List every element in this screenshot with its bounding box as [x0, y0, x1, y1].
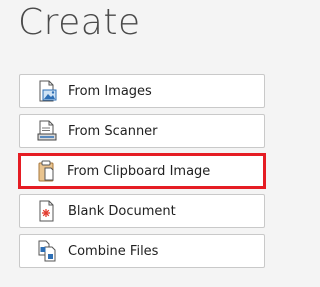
- blank-document-icon: [36, 199, 58, 223]
- clipboard-icon: [35, 159, 57, 183]
- from-images-label: From Images: [68, 83, 152, 99]
- combine-files-label: Combine Files: [68, 243, 159, 259]
- combine-files-icon: [36, 239, 58, 263]
- combine-files-button[interactable]: Combine Files: [19, 234, 265, 268]
- image-file-icon: [36, 79, 58, 103]
- scanner-icon: [36, 119, 58, 143]
- from-scanner-label: From Scanner: [68, 123, 158, 139]
- blank-document-button[interactable]: Blank Document: [19, 194, 265, 228]
- from-clipboard-image-button[interactable]: From Clipboard Image: [18, 153, 266, 189]
- from-images-button[interactable]: From Images: [19, 74, 265, 108]
- create-panel: Create From Images From Scanner From Cli…: [0, 0, 284, 287]
- from-clipboard-image-label: From Clipboard Image: [67, 163, 211, 179]
- from-scanner-button[interactable]: From Scanner: [19, 114, 265, 148]
- page-title: Create: [18, 2, 141, 43]
- blank-document-label: Blank Document: [68, 203, 176, 219]
